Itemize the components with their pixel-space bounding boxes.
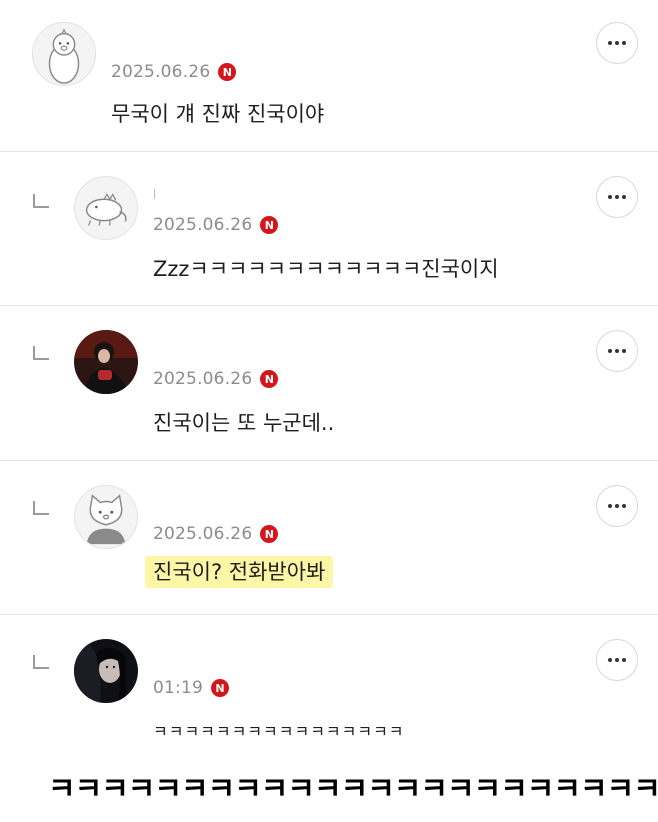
comment-date: 01:19 bbox=[153, 678, 203, 698]
comment-date: 2025.06.26 bbox=[111, 62, 211, 82]
reply-arrow-icon bbox=[33, 346, 49, 360]
more-options-icon[interactable] bbox=[596, 22, 638, 64]
photo-avatar-person[interactable] bbox=[74, 330, 138, 394]
new-badge-icon: N bbox=[211, 679, 229, 697]
comment-item: 2025.06.26 N 무국이 걔 진짜 진국이야 bbox=[0, 0, 658, 152]
comment-meta: 2025.06.26 N bbox=[153, 369, 279, 389]
more-options-icon[interactable] bbox=[596, 176, 638, 218]
reply-arrow-icon bbox=[33, 501, 49, 515]
more-options-icon[interactable] bbox=[596, 639, 638, 681]
highlighted-text: 진국이? 전화받아봐 bbox=[145, 556, 334, 588]
photo-avatar-dark[interactable] bbox=[74, 639, 138, 703]
reply-arrow-icon bbox=[33, 194, 49, 208]
image-caption: ㅋㅋㅋㅋㅋㅋㅋㅋㅋㅋㅋㅋㅋㅋㅋㅋㅋㅋㅋㅋㅋㅋㅋ bbox=[48, 772, 658, 807]
comment-reply-item: 2025.06.26 N 진국이? 전화받아봐 bbox=[0, 461, 658, 614]
comment-meta: 2025.06.26 N bbox=[153, 524, 279, 544]
comment-date: 2025.06.26 bbox=[153, 369, 253, 389]
crocodile-mascot-avatar[interactable] bbox=[74, 176, 138, 240]
comment-reply-item: 01:19 N ㅋㅋㅋㅋㅋㅋㅋㅋㅋㅋㅋㅋㅋㅋㅋㅋ bbox=[0, 615, 658, 755]
comment-meta: 2025.06.26 N bbox=[153, 215, 279, 235]
cat-mascot-avatar[interactable] bbox=[74, 485, 138, 549]
comment-meta: 01:19 N bbox=[153, 678, 229, 698]
new-badge-icon: N bbox=[260, 525, 279, 543]
new-badge-icon: N bbox=[260, 216, 279, 234]
more-options-icon[interactable] bbox=[596, 485, 638, 527]
comment-text: 무국이 걔 진짜 진국이야 bbox=[111, 102, 325, 126]
duck-mascot-avatar[interactable] bbox=[32, 22, 96, 86]
more-options-icon[interactable] bbox=[596, 330, 638, 372]
comment-text: Zzzㅋㅋㅋㅋㅋㅋㅋㅋㅋㅋㅋㅋ진국이지 bbox=[153, 257, 499, 281]
username-placeholder bbox=[154, 189, 155, 199]
reply-arrow-icon bbox=[33, 655, 49, 669]
comment-reply-item: 2025.06.26 N Zzzㅋㅋㅋㅋㅋㅋㅋㅋㅋㅋㅋㅋ진국이지 bbox=[0, 152, 658, 306]
comment-date: 2025.06.26 bbox=[153, 215, 253, 235]
comment-reply-item: 2025.06.26 N 진국이는 또 누군데.. bbox=[0, 306, 658, 460]
new-badge-icon: N bbox=[218, 63, 237, 81]
comment-text: 진국이는 또 누군데.. bbox=[153, 411, 335, 435]
comment-date: 2025.06.26 bbox=[153, 524, 253, 544]
comment-meta: 2025.06.26 N bbox=[111, 62, 237, 82]
comment-text: 진국이? 전화받아봐 bbox=[145, 556, 334, 588]
comment-text: ㅋㅋㅋㅋㅋㅋㅋㅋㅋㅋㅋㅋㅋㅋㅋㅋ bbox=[153, 722, 405, 741]
new-badge-icon: N bbox=[260, 370, 279, 388]
